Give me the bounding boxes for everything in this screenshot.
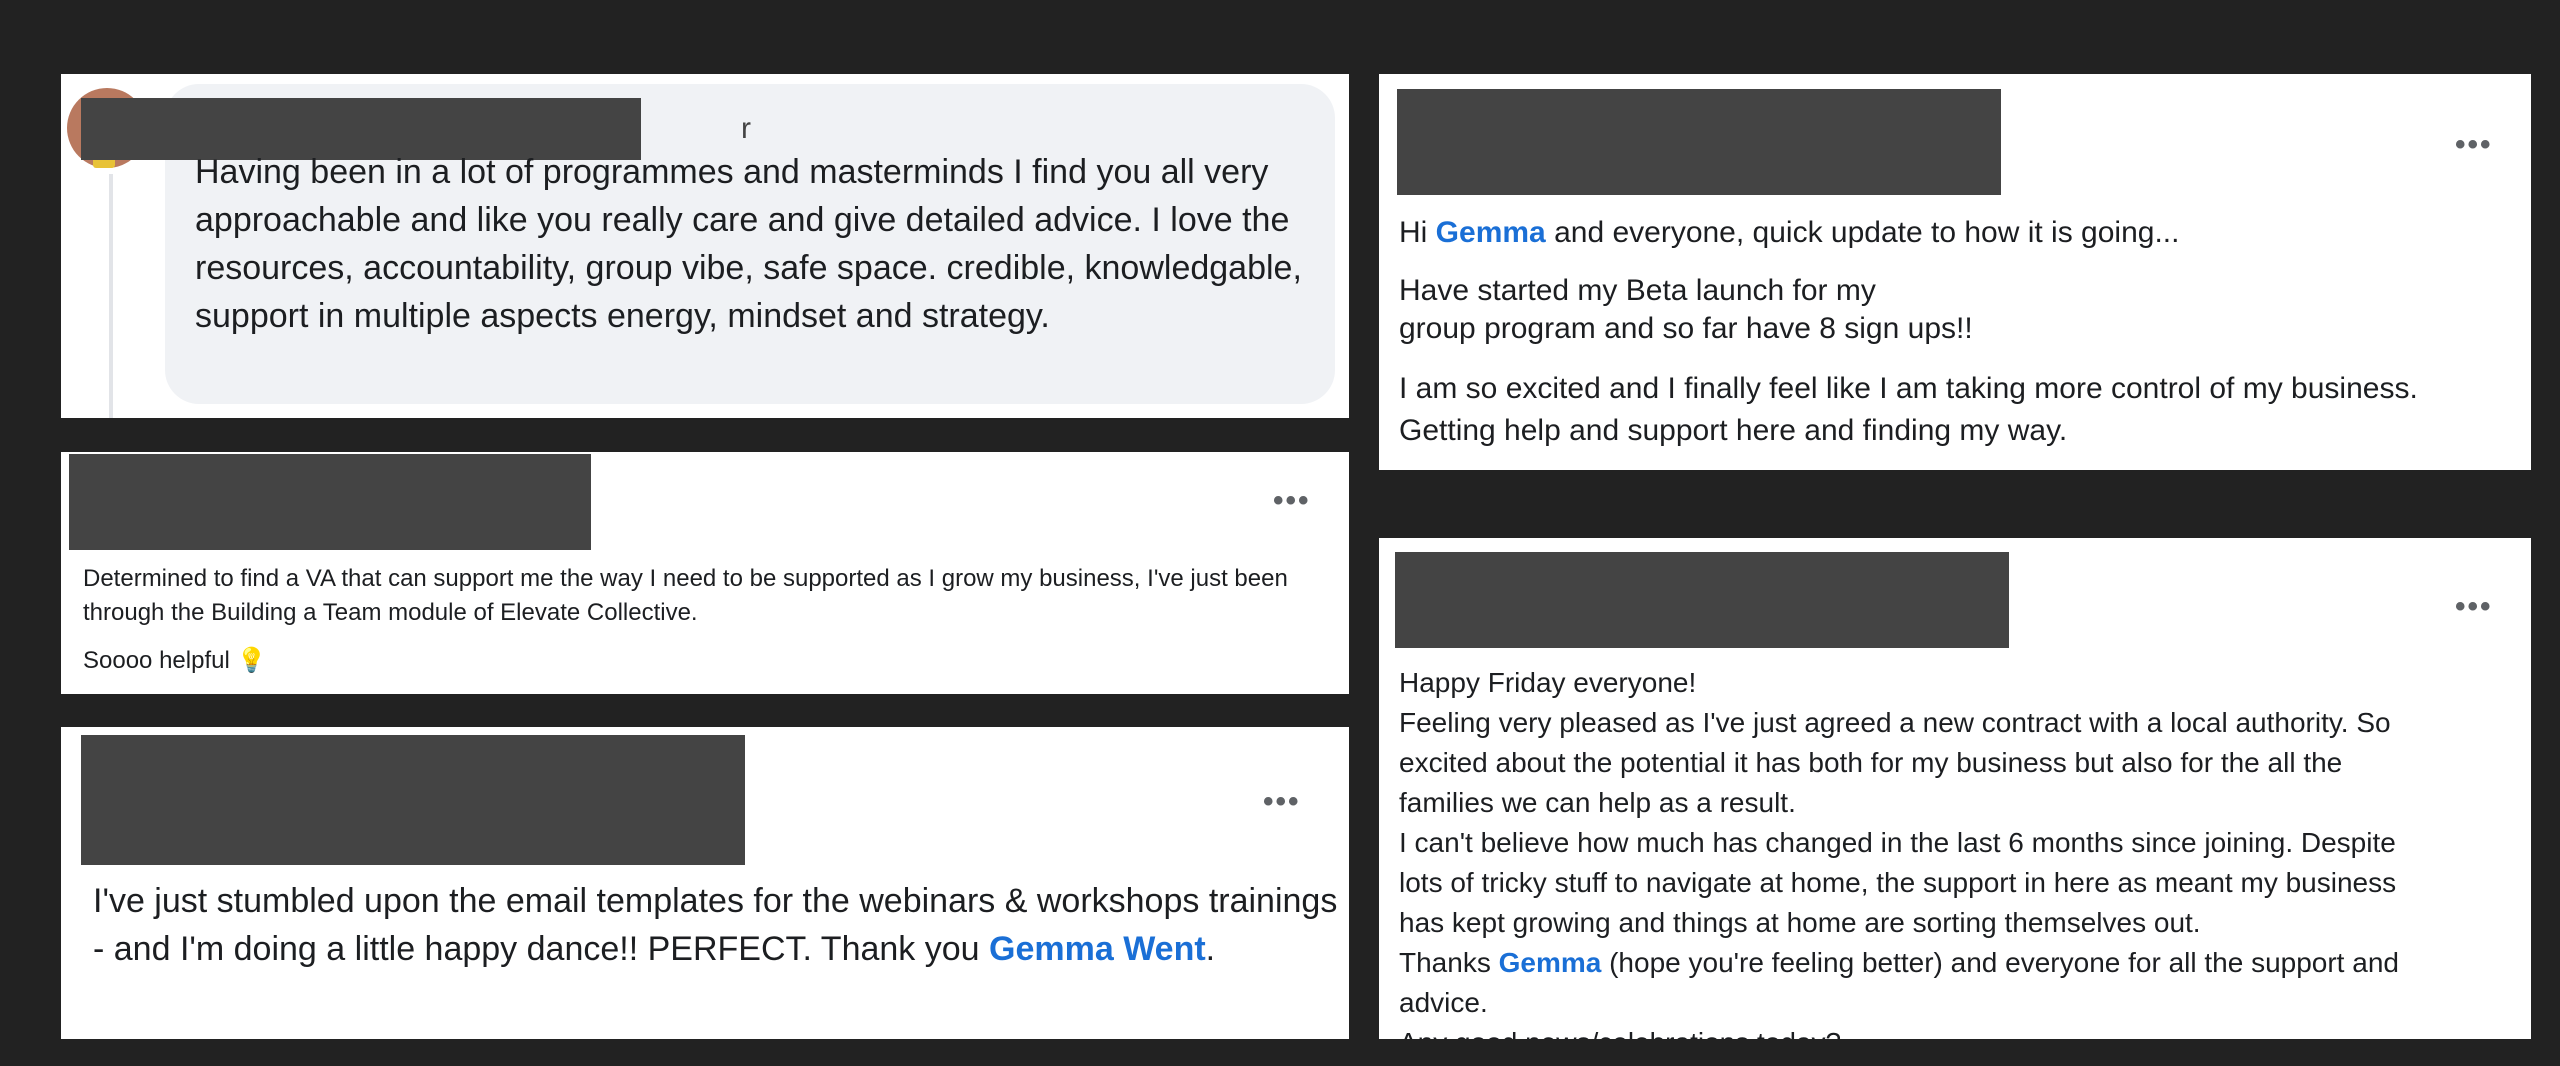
testimonial-card-2: ••• Determined to find a VA that can sup… bbox=[61, 452, 1349, 694]
more-options-icon[interactable]: ••• bbox=[1263, 787, 1301, 817]
post-line: group program and so far have 8 sign ups… bbox=[1399, 312, 1973, 345]
thanks-pre: Thanks bbox=[1399, 947, 1499, 978]
post-text-secondary: Soooo helpful 💡 bbox=[83, 644, 266, 678]
more-options-icon[interactable]: ••• bbox=[2455, 592, 2493, 622]
comment-text: Having been in a lot of programmes and m… bbox=[195, 153, 1302, 335]
post-line-greeting: Hi Gemma and everyone, quick update to h… bbox=[1399, 212, 2179, 254]
post-line: Getting help and support here and findin… bbox=[1399, 414, 2068, 447]
redacted-author bbox=[69, 454, 591, 550]
more-options-icon[interactable]: ••• bbox=[2455, 130, 2493, 160]
post-line: I am so excited and I finally feel like … bbox=[1399, 372, 2418, 405]
testimonial-card-3: ••• I've just stumbled upon the email te… bbox=[61, 727, 1349, 1039]
post-text-secondary-label: Soooo helpful bbox=[83, 647, 230, 674]
greeting-pre: Hi bbox=[1399, 216, 1436, 249]
post-line: Have started my Beta launch for my bbox=[1399, 274, 1876, 307]
testimonial-card-4: ••• Hi Gemma and everyone, quick update … bbox=[1379, 74, 2531, 470]
mention-link[interactable]: Gemma Went bbox=[989, 930, 1206, 968]
redacted-author bbox=[81, 735, 745, 865]
testimonial-card-5: ••• Happy Friday everyone! Feeling very … bbox=[1379, 538, 2531, 1039]
post-line-thanks: Thanks Gemma (hope you're feeling better… bbox=[1399, 943, 2519, 983]
post-line: excited about the potential it has both … bbox=[1399, 747, 2343, 778]
redacted-author bbox=[1395, 552, 2009, 648]
post-line: I can't believe how much has changed in … bbox=[1399, 827, 2396, 858]
more-options-icon[interactable]: ••• bbox=[1273, 486, 1311, 516]
greeting-post: and everyone, quick update to how it is … bbox=[1545, 216, 2180, 249]
post-line: Happy Friday everyone! bbox=[1399, 667, 1697, 698]
redacted-author bbox=[1397, 89, 2001, 195]
post-line: Any good news/celebrations today? bbox=[1399, 1023, 2519, 1039]
post-text: Determined to find a VA that can support… bbox=[83, 565, 1288, 626]
testimonial-card-1: r Having been in a lot of programmes and… bbox=[61, 74, 1349, 418]
thread-line bbox=[109, 174, 113, 418]
mention-link[interactable]: Gemma bbox=[1436, 216, 1546, 249]
post-text-end: . bbox=[1205, 930, 1216, 968]
post-text: Happy Friday everyone! Feeling very plea… bbox=[1399, 663, 2519, 1039]
mention-link[interactable]: Gemma bbox=[1499, 947, 1602, 978]
thanks-post: (hope you're feeling better) and everyon… bbox=[1601, 947, 2399, 978]
post-text: I've just stumbled upon the email templa… bbox=[93, 877, 1343, 973]
lightbulb-icon: 💡 bbox=[236, 647, 267, 674]
post-line: Feeling very pleased as I've just agreed… bbox=[1399, 707, 2391, 738]
post-line: lots of tricky stuff to navigate at home… bbox=[1399, 867, 2397, 898]
post-line: families we can help as a result. bbox=[1399, 787, 1796, 818]
post-line: has kept growing and things at home are … bbox=[1399, 907, 2201, 938]
post-line: advice. bbox=[1399, 987, 1488, 1018]
